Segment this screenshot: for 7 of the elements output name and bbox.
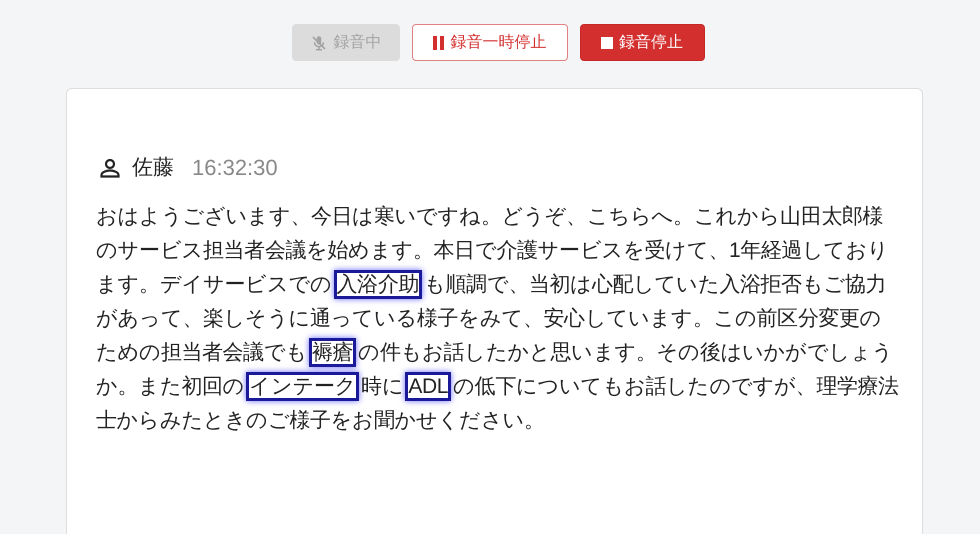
muted-mic-icon: [310, 34, 328, 52]
timestamp: 16:32:30: [192, 154, 278, 182]
stop-button[interactable]: 録音停止: [580, 24, 704, 61]
speaker-name: 佐藤: [132, 154, 174, 181]
pause-icon: [432, 36, 444, 50]
pause-button[interactable]: 録音一時停止: [412, 24, 568, 61]
stop-icon: [601, 36, 613, 48]
